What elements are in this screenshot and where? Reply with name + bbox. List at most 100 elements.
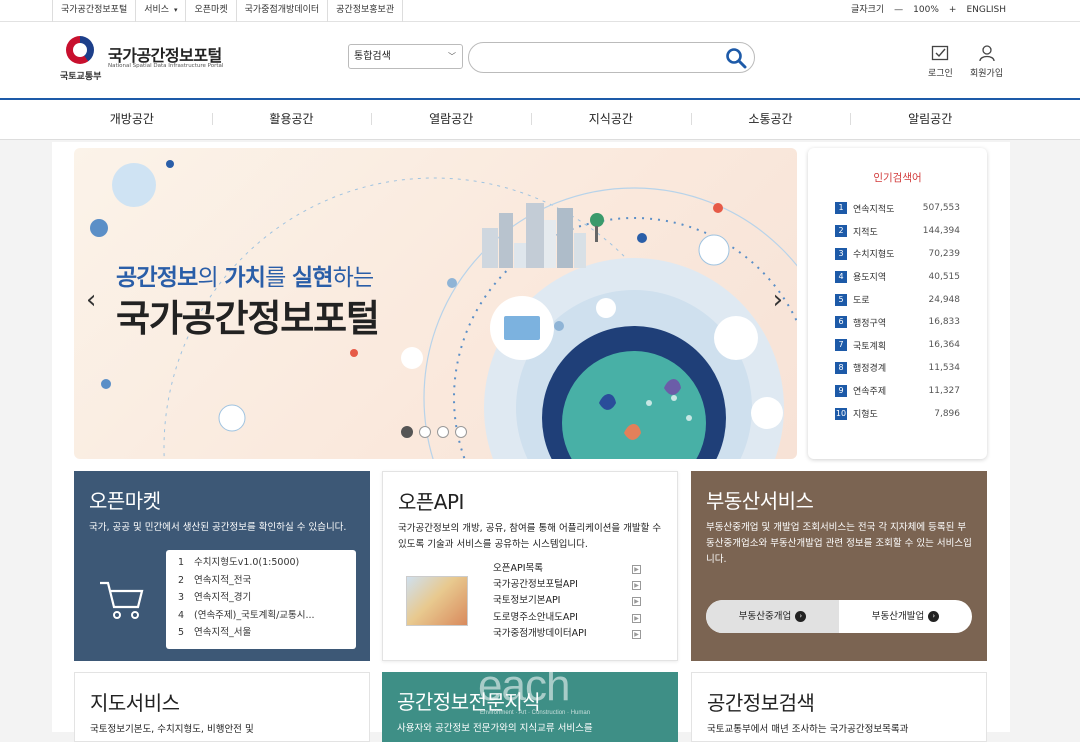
popular-keyword-item[interactable]: 2 지적도 144,394 bbox=[808, 220, 987, 243]
realestate-card[interactable]: 부동산서비스 부동산중개업 및 개발업 조회서비스는 전국 각 지자체에 등록된… bbox=[691, 471, 987, 661]
openmarket-list-item[interactable]: 1 수치지형도v1.0(1:5000) bbox=[178, 554, 344, 572]
banner-title: 국가공간정보포털 bbox=[116, 297, 380, 340]
item-label: 연속지적_경기 bbox=[194, 592, 252, 603]
shopping-cart-icon bbox=[100, 581, 144, 619]
ministry-name: 국토교통부 bbox=[60, 72, 102, 82]
keyword-label: 연속지적도 bbox=[853, 204, 895, 215]
openmarket-list-item[interactable]: 5 연속지적_서울 bbox=[178, 624, 344, 642]
signup-label: 회원가입 bbox=[970, 69, 1004, 79]
zoom-level: 100% bbox=[913, 5, 939, 15]
openapi-list-item[interactable]: 국가중점개방데이터API ▶ bbox=[493, 626, 641, 642]
item-number: 4 bbox=[178, 609, 185, 621]
nav-knowledge-space[interactable]: 지식공간 bbox=[531, 100, 691, 139]
openmarket-list-item[interactable]: 4 (연속주제)_국토계획/교통시... bbox=[178, 607, 344, 625]
slide-dot-1[interactable] bbox=[401, 426, 413, 438]
font-size-label: 글자크기 bbox=[851, 5, 885, 15]
popular-keywords-list: 1 연속지적도 507,553 2 지적도 144,394 3 수치지형도 70,239 4 용도지… bbox=[808, 197, 987, 425]
openmarket-list-item[interactable]: 2 연속지적_전국 bbox=[178, 572, 344, 590]
login-checkbox-icon bbox=[932, 45, 949, 61]
nav-open-space[interactable]: 개방공간 bbox=[52, 100, 212, 139]
keyword-label: 지적도 bbox=[853, 227, 878, 238]
realestate-developer-button[interactable]: 부동산개발업 › bbox=[839, 600, 972, 633]
search-scope-select[interactable]: 통합검색 ﹀ bbox=[348, 44, 463, 69]
city-buildings bbox=[482, 203, 604, 268]
signup-button[interactable]: 회원가입 bbox=[970, 44, 1003, 79]
keyword-label: 행정경계 bbox=[853, 364, 887, 375]
mapservice-desc: 국토정보기본도, 수치지형도, 비행안전 및 bbox=[90, 724, 254, 735]
banner-pagination bbox=[401, 426, 467, 438]
watermark-logo: each bbox=[478, 661, 570, 710]
link-opendata[interactable]: 국가중점개방데이터 bbox=[237, 0, 329, 22]
popular-keyword-item[interactable]: 3 수치지형도 70,239 bbox=[808, 243, 987, 266]
popular-keyword-item[interactable]: 6 행정구역 16,833 bbox=[808, 311, 987, 334]
mapservice-title[interactable]: 지도서비스 bbox=[90, 687, 354, 716]
popular-keywords-title: 인기검색어 bbox=[873, 172, 922, 184]
nav-notice-space[interactable]: 알림공간 bbox=[850, 100, 1010, 139]
popular-keyword-item[interactable]: 1 연속지적도 507,553 bbox=[808, 197, 987, 220]
popular-keyword-item[interactable]: 4 용도지역 40,515 bbox=[808, 265, 987, 288]
popular-keyword-item[interactable]: 8 행정경계 11,534 bbox=[808, 357, 987, 380]
openapi-list-item[interactable]: 오픈API목록 ▶ bbox=[493, 561, 641, 577]
openapi-list-item[interactable]: 국토정보기본API ▶ bbox=[493, 593, 641, 609]
openmarket-card[interactable]: 오픈마켓 국가, 공공 및 민간에서 생산된 공간정보를 확인하실 수 있습니다… bbox=[74, 471, 370, 661]
english-link[interactable]: ENGLISH bbox=[966, 0, 1006, 21]
openmarket-list-item[interactable]: 3 연속지적_경기 bbox=[178, 589, 344, 607]
keyword-label: 국토계획 bbox=[853, 341, 887, 352]
link-portal[interactable]: 국가공간정보포털 bbox=[52, 0, 137, 22]
rank-badge: 3 bbox=[835, 247, 847, 260]
search-icon[interactable] bbox=[725, 47, 747, 69]
font-size-controls: 글자크기 — 100% + ENGLISH bbox=[851, 0, 1006, 21]
zoom-out-button[interactable]: — bbox=[894, 0, 903, 21]
keyword-count: 70,239 bbox=[928, 248, 961, 259]
realestate-buttons: 부동산중개업 › 부동산개발업 › bbox=[706, 600, 972, 633]
keyword-count: 16,364 bbox=[928, 340, 961, 351]
login-button[interactable]: 로그인 bbox=[928, 44, 953, 79]
play-icon: ▶ bbox=[632, 565, 641, 574]
link-openmarket[interactable]: 오픈마켓 bbox=[186, 0, 237, 22]
openmarket-list: 1 수치지형도v1.0(1:5000) 2 연속지적_전국 3 연속지적_경기 4 (연속주제… bbox=[166, 550, 356, 649]
link-promo[interactable]: 공간정보홍보관 bbox=[328, 0, 404, 22]
item-number: 2 bbox=[178, 574, 185, 586]
popular-keyword-item[interactable]: 5 도로 24,948 bbox=[808, 288, 987, 311]
utility-bar: 국가공간정보포털 서비스 ▾ 오픈마켓 국가중점개방데이터 공간정보홍보관 글자… bbox=[0, 0, 1080, 22]
global-nav: 개방공간 활용공간 열람공간 지식공간 소통공간 알림공간 bbox=[0, 100, 1080, 140]
realestate-title[interactable]: 부동산서비스 bbox=[706, 485, 972, 514]
popular-keyword-item[interactable]: 10 지형도 7,896 bbox=[808, 402, 987, 425]
realestate-broker-button[interactable]: 부동산중개업 › bbox=[706, 600, 839, 633]
item-label: 연속지적_서울 bbox=[194, 627, 252, 638]
play-icon: ▶ bbox=[632, 581, 641, 591]
main-banner[interactable]: 공간정보의 가치를 실현하는 국가공간정보포털 ‹ › bbox=[74, 148, 797, 459]
openapi-list-item[interactable]: 도로명주소안내도API ▶ bbox=[493, 610, 641, 626]
rank-badge: 10 bbox=[835, 407, 847, 420]
play-icon: ▶ bbox=[632, 629, 641, 639]
openapi-list-item[interactable]: 국가공간정보포털API ▶ bbox=[493, 577, 641, 593]
openapi-item-label: 국토정보기본API bbox=[493, 595, 561, 607]
korea-map-thumbnail bbox=[406, 576, 468, 626]
search-input[interactable] bbox=[468, 42, 755, 73]
link-services[interactable]: 서비스 ▾ bbox=[136, 0, 187, 22]
zoom-in-button[interactable]: + bbox=[949, 0, 957, 21]
popular-keyword-item[interactable]: 7 국토계획 16,364 bbox=[808, 334, 987, 357]
banner-next-arrow-icon[interactable]: › bbox=[773, 285, 783, 315]
nav-communication-space[interactable]: 소통공간 bbox=[690, 100, 851, 139]
realestate-desc: 부동산중개업 및 개발업 조회서비스는 전국 각 지자체에 등록된 부동산중개업… bbox=[706, 522, 972, 565]
slide-dot-4[interactable] bbox=[455, 426, 467, 438]
openapi-title[interactable]: 오픈API bbox=[398, 486, 662, 515]
spatialsearch-title[interactable]: 공간정보검색 bbox=[707, 687, 971, 716]
government-emblem-icon[interactable] bbox=[66, 36, 94, 64]
expert-desc: 사용자와 공간정보 전문가와의 지식교류 서비스를 bbox=[397, 723, 593, 734]
openapi-card[interactable]: 오픈API 국가공간정보의 개방, 공유, 참여를 통해 어플리케이션을 개발할… bbox=[382, 471, 678, 661]
nav-browse-space[interactable]: 열람공간 bbox=[371, 100, 531, 139]
nav-utilize-space[interactable]: 활용공간 bbox=[211, 100, 372, 139]
item-label: (연속주제)_국토계획/교통시... bbox=[194, 609, 315, 621]
banner-prev-arrow-icon[interactable]: ‹ bbox=[86, 285, 96, 315]
banner-headline: 공간정보의 가치를 실현하는 bbox=[116, 265, 374, 291]
slide-dot-3[interactable] bbox=[437, 426, 449, 438]
slide-dot-2[interactable] bbox=[419, 426, 431, 438]
popular-keyword-item[interactable]: 9 연속주제 11,327 bbox=[808, 379, 987, 402]
arrow-right-icon: › bbox=[795, 611, 807, 622]
openmarket-title[interactable]: 오픈마켓 bbox=[89, 485, 355, 514]
openapi-item-label: 도로명주소안내도API bbox=[493, 611, 578, 623]
portal-logo-subtitle: National Spatial Data Infrastructure Por… bbox=[108, 63, 224, 69]
keyword-count: 7,896 bbox=[934, 408, 960, 419]
